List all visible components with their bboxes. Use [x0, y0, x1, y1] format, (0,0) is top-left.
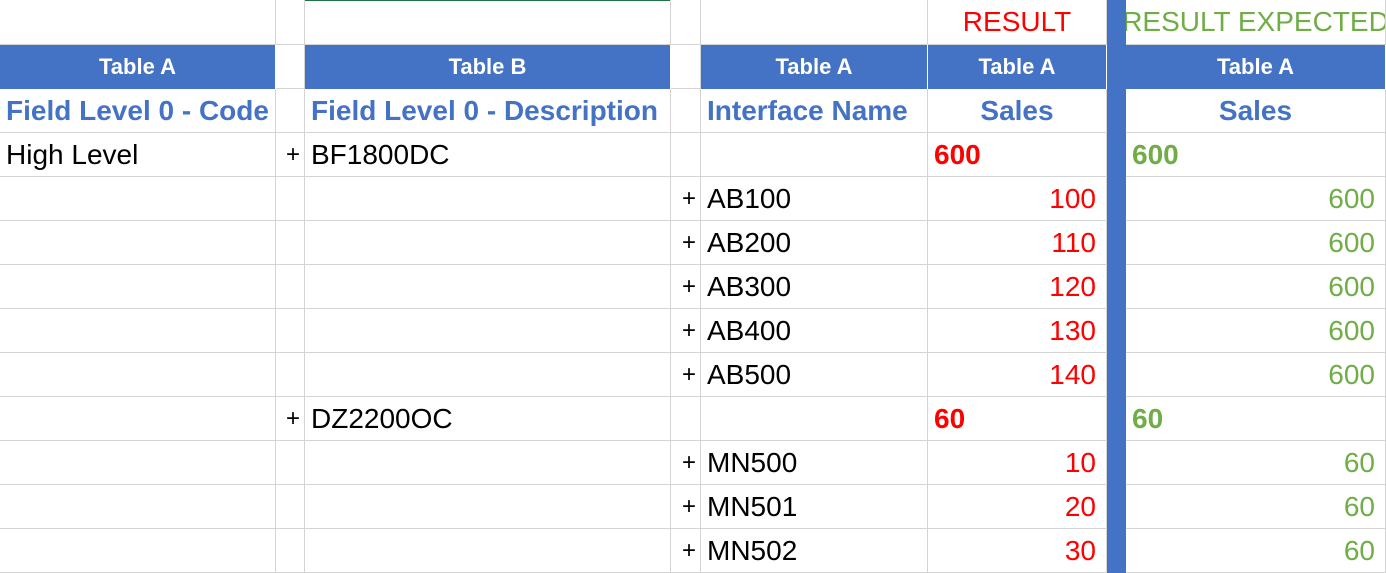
- expected-sales-cell[interactable]: 60: [1126, 529, 1386, 573]
- code-cell[interactable]: [0, 265, 276, 309]
- subheader-expected-sales[interactable]: Sales: [1126, 89, 1386, 133]
- cell-b2[interactable]: [276, 45, 305, 89]
- code-cell[interactable]: [0, 353, 276, 397]
- subheader-result-sales[interactable]: Sales: [928, 89, 1107, 133]
- expected-sales-cell[interactable]: 600: [1126, 133, 1386, 177]
- expected-sales-cell[interactable]: 60: [1126, 397, 1386, 441]
- result-sales-cell[interactable]: 30: [928, 529, 1107, 573]
- column-separator-bar: [1107, 0, 1126, 573]
- header-table-a-interface[interactable]: Table A: [701, 45, 928, 89]
- description-cell[interactable]: BF1800DC: [305, 133, 671, 177]
- expand-interface-toggle[interactable]: +: [671, 485, 701, 529]
- expand-desc-toggle[interactable]: +: [276, 397, 305, 441]
- active-cell-border: [305, 0, 670, 1]
- description-cell[interactable]: [305, 485, 671, 529]
- expand-interface-toggle[interactable]: +: [671, 265, 701, 309]
- code-cell[interactable]: [0, 397, 276, 441]
- spreadsheet-grid: RESULT RESULT EXPECTED Table A Table B T…: [0, 0, 1386, 573]
- expand-desc-toggle[interactable]: [276, 309, 305, 353]
- expected-sales-cell[interactable]: 600: [1126, 177, 1386, 221]
- description-cell[interactable]: [305, 221, 671, 265]
- expand-interface-toggle[interactable]: +: [671, 177, 701, 221]
- code-cell[interactable]: [0, 221, 276, 265]
- header-table-a-code[interactable]: Table A: [0, 45, 276, 89]
- expand-desc-toggle[interactable]: [276, 485, 305, 529]
- expand-desc-toggle[interactable]: [276, 353, 305, 397]
- result-label[interactable]: RESULT: [928, 0, 1107, 45]
- code-cell[interactable]: [0, 309, 276, 353]
- description-cell[interactable]: [305, 309, 671, 353]
- result-sales-cell[interactable]: 130: [928, 309, 1107, 353]
- subheader-field-level-description[interactable]: Field Level 0 - Description: [305, 89, 671, 133]
- cell-c1[interactable]: [305, 0, 671, 45]
- expand-interface-toggle[interactable]: +: [671, 441, 701, 485]
- code-cell[interactable]: [0, 529, 276, 573]
- expand-desc-toggle[interactable]: +: [276, 133, 305, 177]
- description-cell[interactable]: [305, 529, 671, 573]
- interface-cell[interactable]: MN500: [701, 441, 928, 485]
- cell-a1[interactable]: [0, 0, 276, 45]
- result-sales-cell[interactable]: 10: [928, 441, 1107, 485]
- result-sales-cell[interactable]: 120: [928, 265, 1107, 309]
- expected-sales-cell[interactable]: 600: [1126, 221, 1386, 265]
- expand-desc-toggle[interactable]: [276, 221, 305, 265]
- result-sales-cell[interactable]: 60: [928, 397, 1107, 441]
- description-cell[interactable]: [305, 441, 671, 485]
- result-sales-cell[interactable]: 100: [928, 177, 1107, 221]
- code-cell[interactable]: [0, 485, 276, 529]
- expand-desc-toggle[interactable]: [276, 265, 305, 309]
- interface-cell[interactable]: [701, 397, 928, 441]
- expected-sales-cell[interactable]: 60: [1126, 485, 1386, 529]
- subheader-field-level-code[interactable]: Field Level 0 - Code: [0, 89, 276, 133]
- header-table-a-expected-sales[interactable]: Table A: [1126, 45, 1386, 89]
- description-cell[interactable]: [305, 265, 671, 309]
- expected-sales-cell[interactable]: 60: [1126, 441, 1386, 485]
- header-table-b-description[interactable]: Table B: [305, 45, 671, 89]
- code-cell[interactable]: High Level: [0, 133, 276, 177]
- expand-interface-toggle[interactable]: [671, 133, 701, 177]
- expand-interface-toggle[interactable]: [671, 397, 701, 441]
- expand-desc-toggle[interactable]: [276, 441, 305, 485]
- result-expected-label[interactable]: RESULT EXPECTED: [1126, 0, 1386, 45]
- interface-cell[interactable]: AB400: [701, 309, 928, 353]
- expected-sales-cell[interactable]: 600: [1126, 353, 1386, 397]
- interface-cell[interactable]: AB100: [701, 177, 928, 221]
- expand-interface-toggle[interactable]: +: [671, 353, 701, 397]
- expand-interface-toggle[interactable]: +: [671, 221, 701, 265]
- expand-desc-toggle[interactable]: [276, 177, 305, 221]
- cell-b3[interactable]: [276, 89, 305, 133]
- interface-cell[interactable]: [701, 133, 928, 177]
- description-cell[interactable]: DZ2200OC: [305, 397, 671, 441]
- result-sales-cell[interactable]: 600: [928, 133, 1107, 177]
- interface-cell[interactable]: AB200: [701, 221, 928, 265]
- expected-sales-cell[interactable]: 600: [1126, 309, 1386, 353]
- result-sales-cell[interactable]: 20: [928, 485, 1107, 529]
- description-cell[interactable]: [305, 353, 671, 397]
- expand-desc-toggle[interactable]: [276, 529, 305, 573]
- cell-d2[interactable]: [671, 45, 701, 89]
- interface-cell[interactable]: AB300: [701, 265, 928, 309]
- cell-b1[interactable]: [276, 0, 305, 45]
- interface-cell[interactable]: AB500: [701, 353, 928, 397]
- header-table-a-result-sales[interactable]: Table A: [928, 45, 1107, 89]
- expected-sales-cell[interactable]: 600: [1126, 265, 1386, 309]
- result-sales-cell[interactable]: 140: [928, 353, 1107, 397]
- subheader-interface-name[interactable]: Interface Name: [701, 89, 928, 133]
- expand-interface-toggle[interactable]: +: [671, 529, 701, 573]
- expand-interface-toggle[interactable]: +: [671, 309, 701, 353]
- interface-cell[interactable]: MN501: [701, 485, 928, 529]
- code-cell[interactable]: [0, 177, 276, 221]
- code-cell[interactable]: [0, 441, 276, 485]
- interface-cell[interactable]: MN502: [701, 529, 928, 573]
- description-cell[interactable]: [305, 177, 671, 221]
- result-sales-cell[interactable]: 110: [928, 221, 1107, 265]
- cell-d3[interactable]: [671, 89, 701, 133]
- cell-e1[interactable]: [701, 0, 928, 45]
- cell-d1[interactable]: [671, 0, 701, 45]
